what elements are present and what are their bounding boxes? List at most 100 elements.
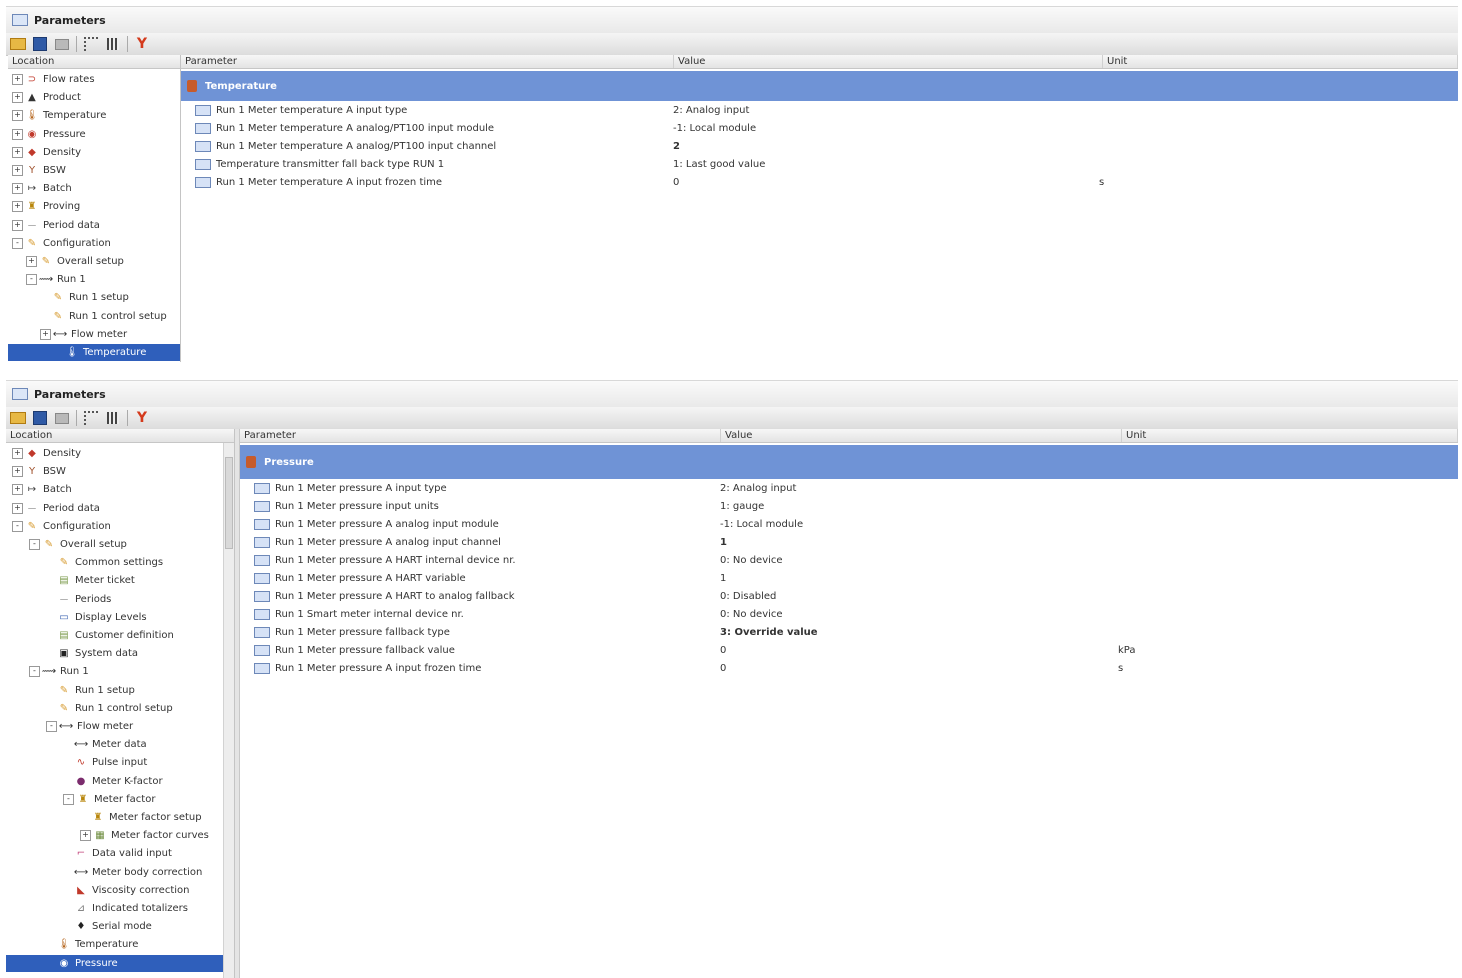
tree-node[interactable]: + ⊃ Flow rates (8, 71, 180, 88)
parameter-row[interactable]: Run 1 Meter temperature A analog/PT100 i… (195, 137, 1458, 155)
tree-node[interactable]: + ↦ Batch (8, 180, 180, 197)
parameter-value[interactable]: -1: Local module (720, 519, 1118, 530)
expand-icon[interactable]: + (12, 448, 23, 459)
parameter-row[interactable]: Run 1 Meter temperature A analog/PT100 i… (195, 119, 1458, 137)
parameter-value[interactable]: 0 (720, 663, 1118, 674)
save-icon[interactable] (32, 36, 48, 52)
tree-view-icon[interactable] (83, 36, 99, 52)
expand-icon[interactable]: + (12, 165, 23, 176)
tree-node[interactable]: + ◉ Pressure (8, 126, 180, 143)
parameter-value[interactable]: 0 (720, 645, 1118, 656)
parameter-row[interactable]: Run 1 Meter pressure fallback value 0 kPa (254, 641, 1458, 659)
collapse-icon[interactable]: - (29, 666, 40, 678)
parameter-value[interactable]: 2: Analog input (720, 483, 1118, 494)
parameter-value[interactable]: 1: gauge (720, 501, 1118, 512)
grid-view-icon[interactable] (105, 36, 121, 52)
expand-icon[interactable]: + (12, 110, 23, 122)
tree-node[interactable]: ✎ Run 1 setup (6, 682, 234, 699)
tree-node[interactable]: - ✎ Overall setup (6, 536, 234, 553)
tree-node[interactable]: - ⟷ Flow meter (6, 718, 234, 735)
save-icon[interactable] (32, 410, 48, 426)
parameter-row[interactable]: Run 1 Meter pressure A input type 2: Anal… (254, 479, 1458, 497)
collapse-icon[interactable]: - (29, 539, 40, 550)
parameter-row[interactable]: Run 1 Meter pressure A analog input modu… (254, 515, 1458, 533)
expand-icon[interactable]: + (12, 74, 23, 85)
tree-node[interactable]: ● Meter K-factor (6, 773, 234, 790)
tree-node[interactable]: ⌐ Data valid input (6, 845, 234, 862)
expand-icon[interactable]: + (12, 201, 23, 213)
tree-node[interactable]: ✎ Run 1 control setup (8, 308, 180, 325)
filter-icon[interactable]: Y (134, 410, 150, 426)
parameter-value[interactable]: 0: No device (720, 555, 1118, 566)
column-header-value[interactable]: Value (674, 55, 1103, 68)
tree-node[interactable]: 🌡 Temperature (6, 936, 234, 953)
tree-node[interactable]: + ◆ Density (8, 144, 180, 161)
tree-node[interactable]: ✎ Common settings (6, 554, 234, 571)
expand-icon[interactable]: + (12, 183, 23, 195)
tree-node[interactable]: + ▲ Product (8, 89, 180, 106)
tree-node[interactable]: ▭ Display Levels (6, 609, 234, 626)
tree-node[interactable]: - ♜ Meter factor (6, 791, 234, 808)
tree-node[interactable]: ✎ Run 1 setup (8, 289, 180, 306)
column-header-parameter[interactable]: Parameter (181, 55, 674, 68)
parameter-row[interactable]: Run 1 Meter pressure A HART internal dev… (254, 551, 1458, 569)
tree-node[interactable]: ⟷ Meter data (6, 736, 234, 753)
tree-node[interactable]: + ↦ Batch (6, 481, 234, 498)
expand-icon[interactable]: + (12, 92, 23, 104)
open-folder-icon[interactable] (10, 410, 26, 426)
collapse-icon[interactable]: - (46, 721, 57, 732)
parameter-value[interactable]: 3: Override value (720, 627, 1118, 638)
tree-node[interactable]: ▤ Meter ticket (6, 572, 234, 589)
parameter-value[interactable]: -1: Local module (673, 123, 1099, 134)
column-header-unit[interactable]: Unit (1103, 55, 1458, 68)
tree-node[interactable]: + ⟷ Flow meter (8, 326, 180, 343)
print-icon[interactable] (54, 36, 70, 52)
scrollbar-thumb[interactable] (225, 457, 233, 549)
parameter-row[interactable]: Run 1 Meter pressure A HART variable 1 (254, 569, 1458, 587)
parameter-value[interactable]: 1 (720, 537, 1118, 548)
expand-icon[interactable]: + (12, 502, 23, 514)
tree-node[interactable]: ∿ Pulse input (6, 754, 234, 771)
tree-view-icon[interactable] (83, 410, 99, 426)
collapse-icon[interactable]: - (63, 793, 74, 805)
parameter-value[interactable]: 2 (673, 141, 1099, 152)
tree-node[interactable]: + Y BSW (6, 463, 234, 480)
tree-node[interactable]: 🌡 Temperature (8, 344, 180, 361)
tree-node[interactable]: + ♜ Proving (8, 198, 180, 215)
print-icon[interactable] (54, 410, 70, 426)
parameter-row[interactable]: Run 1 Smart meter internal device nr. 0: … (254, 605, 1458, 623)
tree-node[interactable]: ◣ Viscosity correction (6, 882, 234, 899)
parameter-row[interactable]: Run 1 Meter pressure fallback type 3: Ove… (254, 623, 1458, 641)
expand-icon[interactable]: + (12, 128, 23, 140)
collapse-icon[interactable]: - (12, 237, 23, 249)
tree-scrollbar[interactable] (223, 443, 234, 978)
expand-icon[interactable]: + (12, 466, 23, 478)
expand-icon[interactable]: + (12, 146, 23, 158)
expand-icon[interactable]: + (12, 219, 23, 231)
tree-node[interactable]: - ⟿ Run 1 (6, 663, 234, 680)
tree-node[interactable]: + ⏤ Period data (8, 217, 180, 234)
tree-node[interactable]: ▤ Customer definition (6, 627, 234, 644)
collapse-icon[interactable]: - (26, 274, 37, 286)
expand-icon[interactable]: + (80, 830, 91, 842)
parameter-row[interactable]: Run 1 Meter temperature A input type 2: A… (195, 101, 1458, 119)
parameter-row[interactable]: Run 1 Meter temperature A input frozen t… (195, 173, 1458, 191)
parameter-value[interactable]: 1: Last good value (673, 159, 1099, 170)
tree-node[interactable]: ▣ System data (6, 645, 234, 662)
tree-node[interactable]: - ✎ Configuration (6, 518, 234, 535)
tree-node[interactable]: - ⟿ Run 1 (8, 271, 180, 288)
column-header-unit[interactable]: Unit (1122, 429, 1458, 442)
parameter-row[interactable]: Run 1 Meter pressure A input frozen time… (254, 659, 1458, 677)
parameter-value[interactable]: 0: No device (720, 609, 1118, 620)
parameter-value[interactable]: 0 (673, 177, 1099, 188)
tree-node[interactable]: ⟷ Meter body correction (6, 864, 234, 881)
column-header-parameter[interactable]: Parameter (240, 429, 721, 442)
collapse-icon[interactable]: - (12, 520, 23, 532)
parameter-value[interactable]: 0: Disabled (720, 591, 1118, 602)
tree-node[interactable]: ⏤ Periods (6, 591, 234, 608)
expand-icon[interactable]: + (12, 484, 23, 496)
tree-node[interactable]: + 🌡 Temperature (8, 107, 180, 124)
parameter-value[interactable]: 2: Analog input (673, 105, 1099, 116)
parameter-row[interactable]: Run 1 Meter pressure input units 1: gauge (254, 497, 1458, 515)
tree-node[interactable]: ⊿ Indicated totalizers (6, 900, 234, 917)
